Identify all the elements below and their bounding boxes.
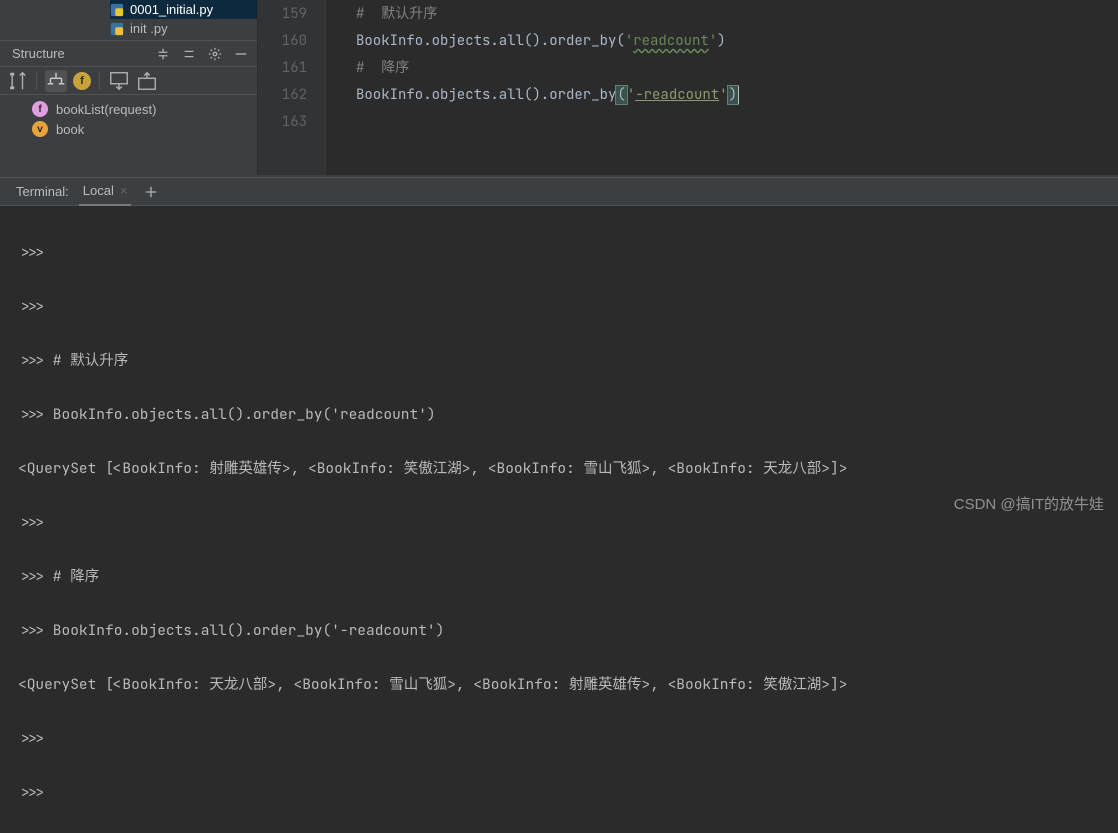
terminal-line: >>>: [18, 509, 1118, 536]
structure-item-label: book: [56, 122, 84, 137]
line-number: 163: [258, 109, 307, 136]
toolbar-divider: [99, 72, 100, 90]
file-item-0001-initial[interactable]: 0001_initial.py: [110, 0, 257, 19]
code-line-159: # 默认升序: [356, 1, 1118, 28]
project-files: 0001_initial.py init .py: [0, 0, 257, 40]
terminal-line: >>> BookInfo.objects.all().order_by('-re…: [18, 617, 1118, 644]
line-number: 162: [258, 82, 307, 109]
line-number: 159: [258, 1, 307, 28]
variable-icon: v: [32, 121, 48, 137]
autoscroll-from-source-icon[interactable]: [136, 70, 158, 92]
expand-all-icon[interactable]: [153, 44, 173, 64]
terminal-line: <QuerySet [<BookInfo: 天龙八部>, <BookInfo: …: [18, 671, 1118, 698]
structure-item-label: bookList(request): [56, 102, 156, 117]
minimize-icon[interactable]: [231, 44, 251, 64]
line-number: 161: [258, 55, 307, 82]
terminal-line: >>>: [18, 779, 1118, 806]
terminal-line: >>>: [18, 725, 1118, 752]
structure-tree: f bookList(request) v book: [0, 95, 257, 139]
code-area[interactable]: # 默认升序 BookInfo.objects.all().order_by('…: [326, 0, 1118, 175]
terminal-line: >>> BookInfo.objects.all().order_by('rea…: [18, 401, 1118, 428]
left-panel: 0001_initial.py init .py Structure f: [0, 0, 258, 175]
code-editor[interactable]: 159 160 161 162 163 # 默认升序 BookInfo.obje…: [258, 0, 1118, 175]
terminal-line: <QuerySet [<BookInfo: 射雕英雄传>, <BookInfo:…: [18, 455, 1118, 482]
structure-item-book[interactable]: v book: [32, 119, 257, 139]
python-file-icon: [110, 3, 124, 17]
structure-title: Structure: [12, 46, 147, 61]
autoscroll-to-source-icon[interactable]: [108, 70, 130, 92]
toolbar-divider: [36, 72, 37, 90]
structure-item-booklist[interactable]: f bookList(request): [32, 99, 257, 119]
file-label: init .py: [130, 21, 168, 36]
show-fields-button[interactable]: f: [73, 72, 91, 90]
code-line-160: BookInfo.objects.all().order_by('readcou…: [356, 28, 1118, 55]
file-label: 0001_initial.py: [130, 2, 213, 17]
python-file-icon: [110, 22, 124, 36]
structure-view-button[interactable]: [45, 70, 67, 92]
terminal-line: >>> # 降序: [18, 563, 1118, 590]
terminal-tab-local[interactable]: Local ×: [79, 177, 132, 206]
terminal-header: Terminal: Local ×: [0, 177, 1118, 206]
terminal-title: Terminal:: [16, 184, 69, 199]
close-icon[interactable]: ×: [120, 183, 128, 198]
structure-panel-header: Structure: [0, 40, 257, 67]
collapse-all-icon[interactable]: [179, 44, 199, 64]
file-item-init[interactable]: init .py: [110, 19, 257, 38]
function-icon: f: [32, 101, 48, 117]
structure-toolbar: f: [0, 67, 257, 95]
terminal-tab-label: Local: [83, 183, 114, 198]
editor-gutter: 159 160 161 162 163: [258, 0, 326, 175]
sort-alpha-icon[interactable]: [6, 70, 28, 92]
add-terminal-icon[interactable]: [141, 182, 161, 202]
gear-icon[interactable]: [205, 44, 225, 64]
code-line-162: # 降序: [356, 55, 1118, 82]
terminal-line: >>>: [18, 239, 1118, 266]
line-number: 160: [258, 28, 307, 55]
code-line-163: BookInfo.objects.all().order_by('-readco…: [356, 82, 1118, 109]
terminal-line: >>>: [18, 293, 1118, 320]
terminal-line: >>> # 默认升序: [18, 347, 1118, 374]
